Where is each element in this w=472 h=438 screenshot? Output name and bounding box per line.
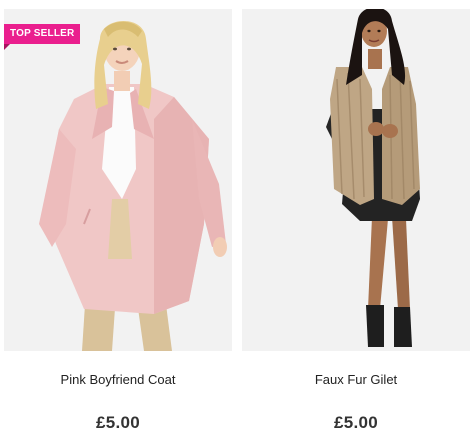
faux-fur-gilet-photo	[242, 9, 470, 351]
top-seller-badge: TOP SELLER	[4, 24, 81, 44]
product-name[interactable]: Faux Fur Gilet	[242, 372, 470, 387]
pink-coat-photo	[4, 9, 232, 351]
product-image-faux-fur-gilet[interactable]	[242, 9, 470, 351]
product-image-pink-boyfriend-coat[interactable]	[4, 9, 232, 351]
product-name[interactable]: Pink Boyfriend Coat	[4, 372, 232, 387]
product-price: £5.00	[333, 413, 379, 432]
product-price: £5.00	[95, 413, 141, 432]
product-card-pink-boyfriend-coat[interactable]: TOP SELLER Pink Boyfriend Coat £5.00	[4, 0, 232, 438]
badge-fold	[4, 44, 10, 50]
product-card-faux-fur-gilet[interactable]: Faux Fur Gilet £5.00	[242, 0, 470, 438]
